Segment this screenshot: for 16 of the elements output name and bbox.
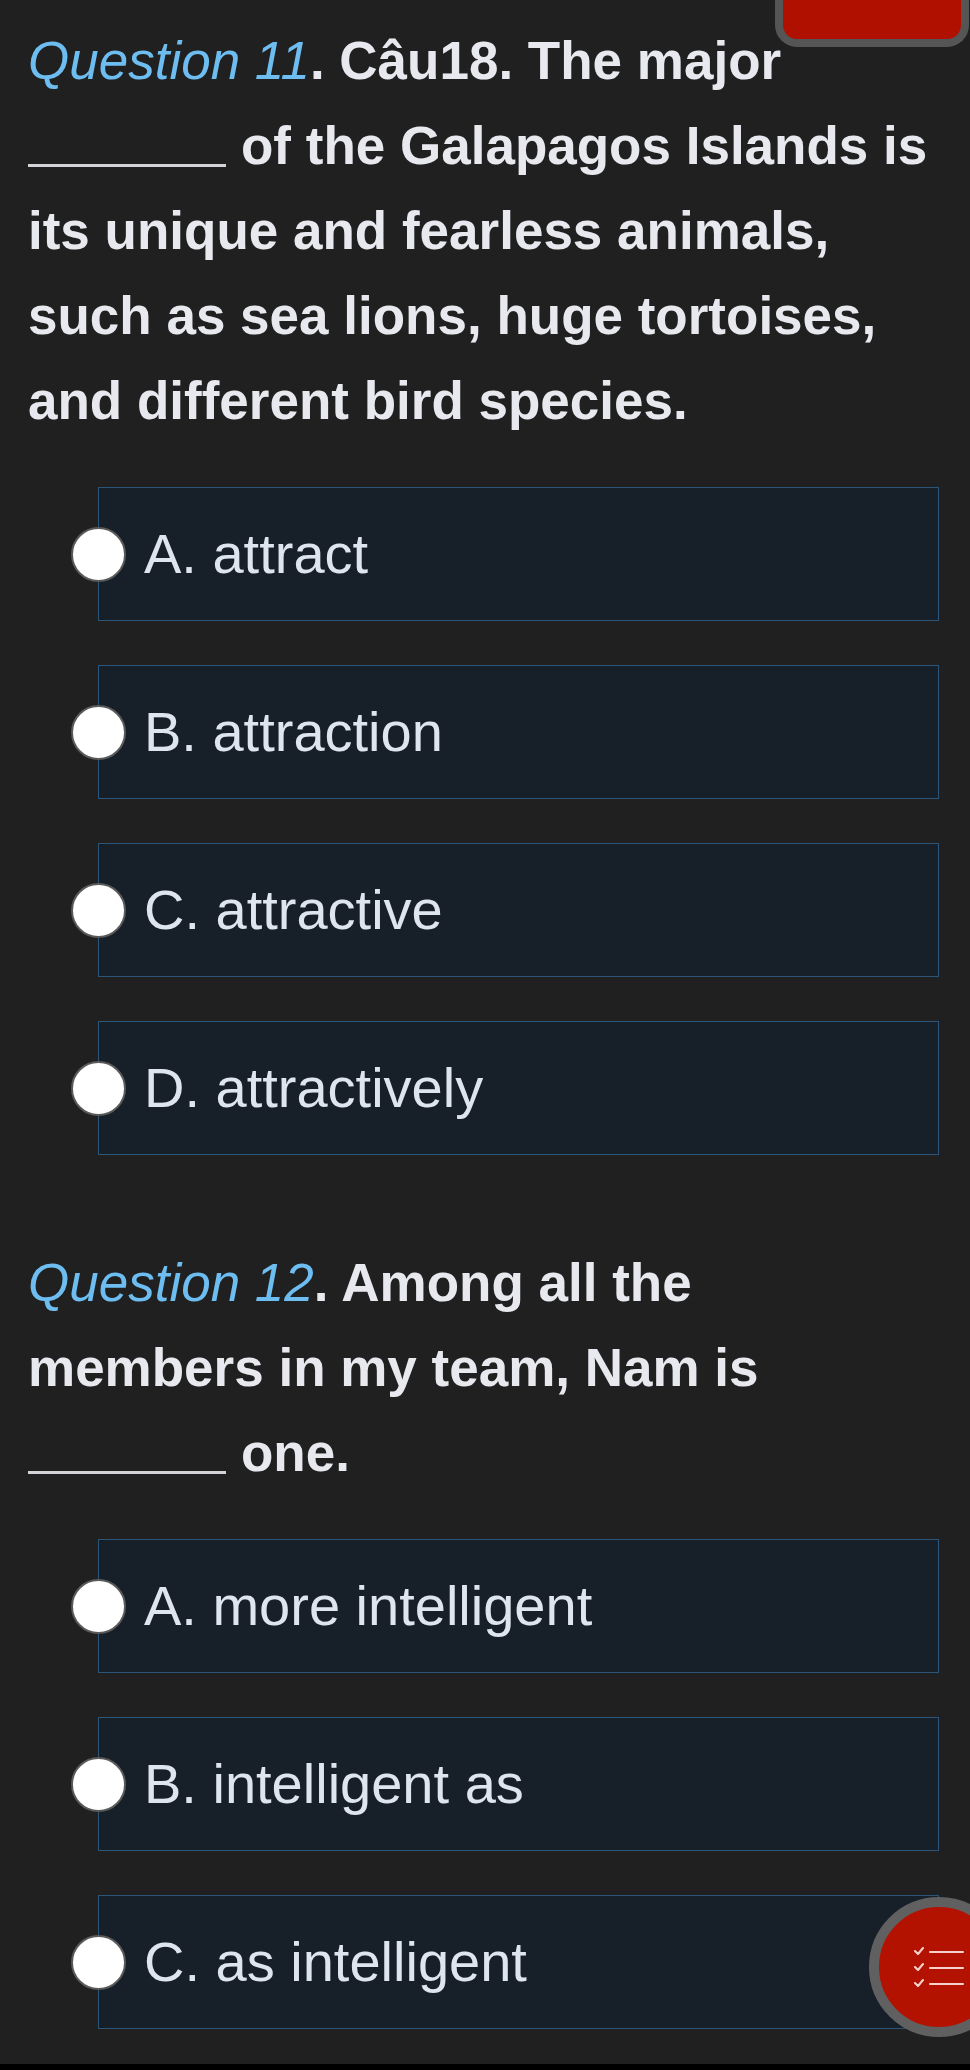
answer-option[interactable]: C. attractive bbox=[98, 843, 939, 977]
question-text: members in my team, Nam is bbox=[28, 1337, 759, 1399]
answer-option[interactable]: D. attractively bbox=[98, 1021, 939, 1155]
question-text: such as sea lions, huge tortoises, bbox=[28, 285, 877, 347]
question-text: one. bbox=[241, 1422, 350, 1484]
answer-option[interactable]: A. attract bbox=[98, 487, 939, 621]
question-text: Question 11. Câu18. The major bbox=[28, 30, 782, 92]
question-text: its unique and fearless animals, bbox=[28, 200, 830, 262]
question-text: of the Galapagos Islands is bbox=[241, 115, 928, 177]
answer-option[interactable]: B. intelligent as bbox=[98, 1717, 939, 1851]
answer-option[interactable]: A. more intelligent bbox=[98, 1539, 939, 1673]
question-text: and different bird species. bbox=[28, 370, 688, 432]
checklist-icon bbox=[914, 1947, 964, 1987]
answer-option[interactable]: B. attraction bbox=[98, 665, 939, 799]
question-text: Question 12. Among all the bbox=[28, 1252, 692, 1314]
answer-option[interactable]: C. as intelligent bbox=[98, 1895, 939, 2029]
